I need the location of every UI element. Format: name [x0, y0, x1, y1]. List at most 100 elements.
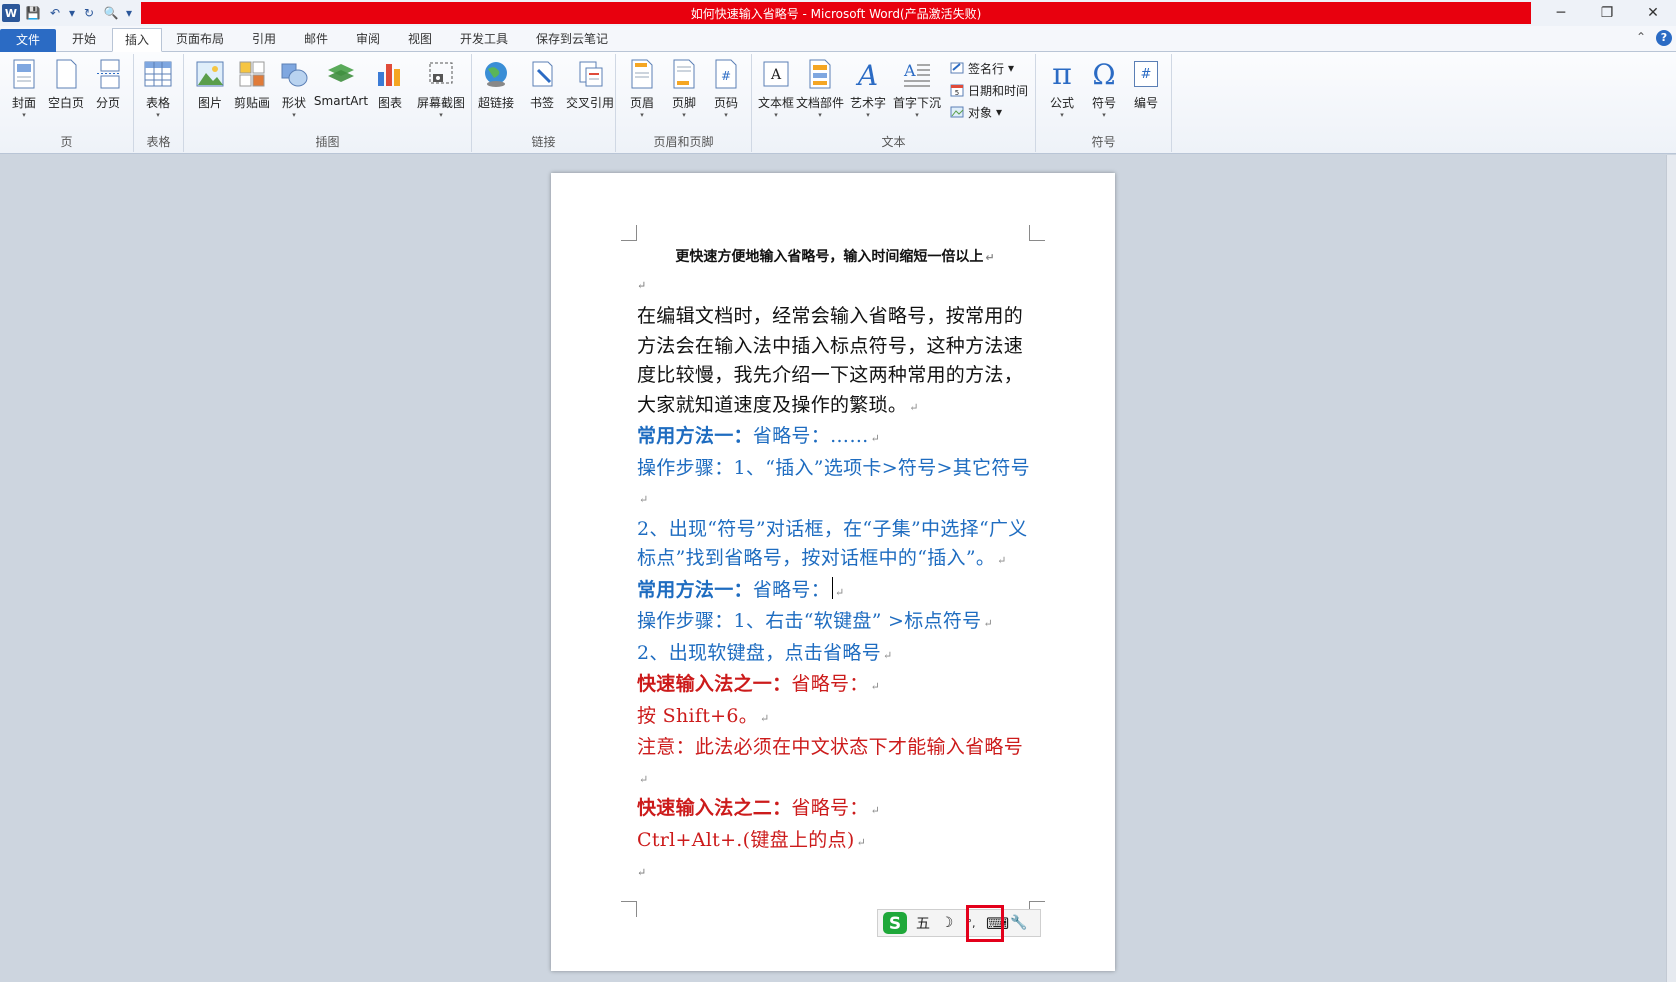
tabs-right: ⌃ ? — [1636, 30, 1672, 46]
sogou-logo-icon[interactable]: S — [882, 911, 908, 935]
wordart-icon: A — [853, 58, 883, 90]
group-label-text: 文本 — [881, 135, 906, 149]
empty-paragraph-end: ↵ — [637, 866, 647, 879]
group-label-tables: 表格 — [146, 135, 171, 149]
cover-page-button[interactable]: 封面 ▾ — [2, 56, 46, 122]
undo-dropdown-icon[interactable]: ▾ — [68, 4, 76, 22]
method2-title: 常用方法一：省略号： ↵ — [637, 576, 845, 601]
tab-review[interactable]: 审阅 — [344, 28, 392, 52]
picture-icon — [195, 58, 225, 90]
document-page[interactable]: 更快速方便地输入省略号，输入时间缩短一倍以上 ↵ ↵ 在编辑文档时，经常会输入省略… — [551, 173, 1115, 971]
svg-text:#: # — [721, 69, 731, 83]
tab-references[interactable]: 引用 — [240, 28, 288, 52]
save-icon[interactable]: 💾 — [24, 4, 42, 22]
globe-link-icon — [481, 58, 511, 90]
window-controls: ─ ❐ ✕ — [1538, 0, 1676, 26]
svg-text:S: S — [889, 914, 901, 934]
group-links: 超链接 书签 交叉引用 链接 — [472, 54, 616, 152]
object-button[interactable]: 对象 ▾ — [950, 102, 1002, 122]
page-number-button[interactable]: # 页码 ▾ — [704, 56, 748, 122]
bookmark-button[interactable]: 书签 — [520, 56, 564, 122]
tab-developer[interactable]: 开发工具 — [448, 28, 520, 52]
tab-page-layout[interactable]: 页面布局 — [164, 28, 236, 52]
method2-step1: 操作步骤：1、右击“软键盘” >标点符号 ↵ — [637, 610, 994, 632]
ime-toolbar: S 五 ☽ °, ⌨ 🔧 — [877, 909, 1041, 937]
group-label-illustrations: 插图 — [315, 135, 340, 149]
tab-view[interactable]: 视图 — [396, 28, 444, 52]
group-label-header-footer: 页眉和页脚 — [653, 135, 714, 149]
margin-corner-top-left — [621, 225, 637, 241]
hyperlink-button[interactable]: 超链接 — [474, 56, 518, 122]
omega-icon: Ω — [1092, 57, 1116, 91]
dropcap-icon: A — [902, 58, 932, 90]
minimize-icon[interactable]: ─ — [1538, 0, 1584, 26]
customize-qat-icon[interactable]: ▾ — [124, 4, 134, 22]
tab-file[interactable]: 文件 — [0, 29, 56, 52]
help-icon[interactable]: ? — [1656, 30, 1672, 46]
page-number-icon: # — [711, 58, 741, 90]
clipart-button[interactable]: 剪贴画 — [230, 56, 274, 122]
margin-corner-top-right — [1029, 225, 1045, 241]
fast1-line: 按 Shift+6。 ↵ — [637, 704, 770, 727]
group-label-pages: 页 — [60, 135, 73, 149]
header-button[interactable]: 页眉 ▾ — [620, 56, 664, 122]
picture-button[interactable]: 图片 — [188, 56, 232, 122]
document-body[interactable]: 更快速方便地输入省略号，输入时间缩短一倍以上 ↵ ↵ 在编辑文档时，经常会输入省略… — [637, 245, 1033, 889]
smartart-button[interactable]: SmartArt — [314, 56, 368, 122]
dropcap-button[interactable]: A 首字下沉 ▾ — [892, 56, 942, 122]
method2-step2: 2、出现软键盘，点击省略号 ↵ — [637, 641, 893, 664]
numbering-button[interactable]: # 编号 — [1124, 56, 1168, 122]
group-header-footer: 页眉 ▾ 页脚 ▾ # 页码 ▾ 页眉和页脚 — [616, 54, 752, 152]
signature-line-button[interactable]: 签名行 ▾ — [950, 58, 1014, 78]
group-tables: 表格 ▾ 表格 — [134, 54, 184, 152]
redo-icon[interactable]: ↻ — [80, 4, 98, 22]
quick-parts-button[interactable]: 文档部件 ▾ — [796, 56, 844, 122]
page-break-button[interactable]: 分页 — [86, 56, 130, 122]
table-button[interactable]: 表格 ▾ — [136, 56, 180, 122]
title-bar: W 💾 ↶ ▾ ↻ 🔍 ▾ 如何快速输入省略号 - Microsoft Word… — [0, 0, 1676, 26]
moon-icon[interactable]: ☽ — [938, 915, 956, 931]
tab-cloud-notes[interactable]: 保存到云笔记 — [524, 28, 620, 52]
vertical-scrollbar[interactable] — [1666, 155, 1676, 982]
cross-reference-icon — [575, 58, 605, 90]
restore-icon[interactable]: ❐ — [1584, 0, 1630, 26]
empty-paragraph: ↵ — [637, 279, 647, 292]
tab-home[interactable]: 开始 — [60, 28, 108, 52]
textbox-button[interactable]: A 文本框 ▾ — [754, 56, 798, 122]
screenshot-button[interactable]: 屏幕截图 ▾ — [414, 56, 468, 122]
blank-page-button[interactable]: 空白页 — [44, 56, 88, 122]
group-pages: 封面 ▾ 空白页 分页 页 — [0, 54, 134, 152]
margin-corner-bottom-left — [621, 901, 637, 917]
undo-icon[interactable]: ↶ — [46, 4, 64, 22]
close-icon[interactable]: ✕ — [1630, 0, 1676, 26]
text-cursor — [832, 576, 834, 599]
signature-icon — [950, 62, 964, 74]
cross-reference-button[interactable]: 交叉引用 — [564, 56, 616, 122]
date-time-button[interactable]: 5 日期和时间 — [950, 80, 1028, 100]
print-preview-icon[interactable]: 🔍 — [102, 4, 120, 22]
svg-text:A: A — [855, 59, 878, 89]
method1-title: 常用方法一：省略号：…… ↵ — [637, 425, 881, 447]
ribbon-insert: 封面 ▾ 空白页 分页 页 表格 ▾ 表格 图片 剪贴画 形状 ▾ SmartA… — [0, 52, 1676, 154]
chart-button[interactable]: 图表 — [368, 56, 412, 122]
numbering-icon: # — [1131, 58, 1161, 90]
tab-insert[interactable]: 插入 — [112, 28, 163, 52]
symbol-button[interactable]: Ω 符号 ▾ — [1082, 56, 1126, 122]
wordart-button[interactable]: A 艺术字 ▾ — [846, 56, 890, 122]
calendar-icon: 5 — [950, 84, 964, 97]
header-icon — [627, 58, 657, 90]
pi-icon: π — [1052, 56, 1072, 92]
ime-mode-button[interactable]: 五 — [914, 913, 932, 933]
clipart-icon — [237, 58, 267, 90]
method1-step1: 操作步骤：1、“插入”选项卡>符号>其它符号↵ — [637, 456, 1030, 507]
quick-parts-icon — [805, 58, 835, 90]
table-icon — [143, 58, 173, 90]
shapes-button[interactable]: 形状 ▾ — [272, 56, 316, 122]
ribbon-collapse-icon[interactable]: ⌃ — [1636, 30, 1646, 46]
wrench-icon[interactable]: 🔧 — [1010, 915, 1028, 931]
equation-button[interactable]: π 公式 ▾ — [1040, 56, 1084, 122]
tab-mailings[interactable]: 邮件 — [292, 28, 340, 52]
word-app-icon[interactable]: W — [2, 4, 20, 22]
footer-button[interactable]: 页脚 ▾ — [662, 56, 706, 122]
group-text: A 文本框 ▾ 文档部件 ▾ A 艺术字 ▾ A 首字下沉 ▾ 签名行 ▾ 5 … — [752, 54, 1036, 152]
